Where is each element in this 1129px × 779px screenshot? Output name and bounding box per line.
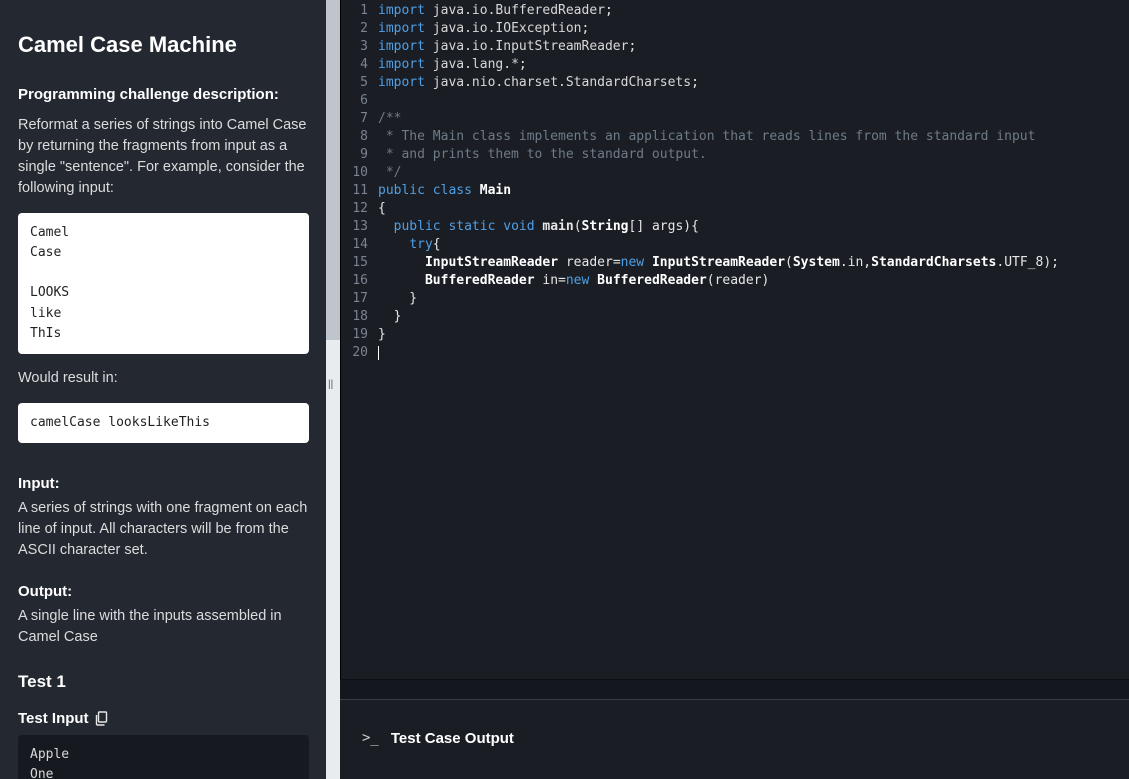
editor-status-bar	[340, 679, 1129, 699]
input-heading: Input:	[18, 475, 309, 492]
would-result-label: Would result in:	[18, 368, 309, 389]
output-panel-title: Test Case Output	[391, 730, 514, 747]
example-output-box: camelCase looksLikeThis	[18, 403, 309, 443]
output-heading: Output:	[18, 583, 309, 600]
desc-heading: Programming challenge description:	[18, 86, 309, 103]
terminal-prompt-icon: >_	[362, 730, 379, 746]
output-panel[interactable]: >_ Test Case Output	[340, 699, 1129, 779]
code-area[interactable]: import java.io.BufferedReader;import jav…	[374, 0, 1129, 679]
copy-icon[interactable]	[95, 711, 108, 726]
example-input-box: Camel Case LOOKS like ThIs	[18, 213, 309, 354]
line-number-gutter: 1234567891011121314151617181920	[341, 0, 374, 679]
output-body: A single line with the inputs assembled …	[18, 606, 309, 648]
app-root: Camel Case Machine Programming challenge…	[0, 0, 1129, 779]
test-input-label-text: Test Input	[18, 710, 89, 727]
test-1-heading: Test 1	[18, 672, 309, 692]
splitter-handle-icon[interactable]: ||	[328, 382, 338, 394]
problem-title: Camel Case Machine	[18, 32, 309, 58]
code-editor[interactable]: 1234567891011121314151617181920 import j…	[340, 0, 1129, 679]
right-pane: 1234567891011121314151617181920 import j…	[340, 0, 1129, 779]
problem-panel[interactable]: Camel Case Machine Programming challenge…	[0, 0, 326, 779]
test-input-label: Test Input	[18, 710, 309, 727]
desc-body: Reformat a series of strings into Camel …	[18, 115, 309, 199]
test-input-box: Apple One Apple	[18, 735, 309, 779]
input-body: A series of strings with one fragment on…	[18, 498, 309, 561]
panel-splitter[interactable]: ||	[326, 0, 340, 779]
